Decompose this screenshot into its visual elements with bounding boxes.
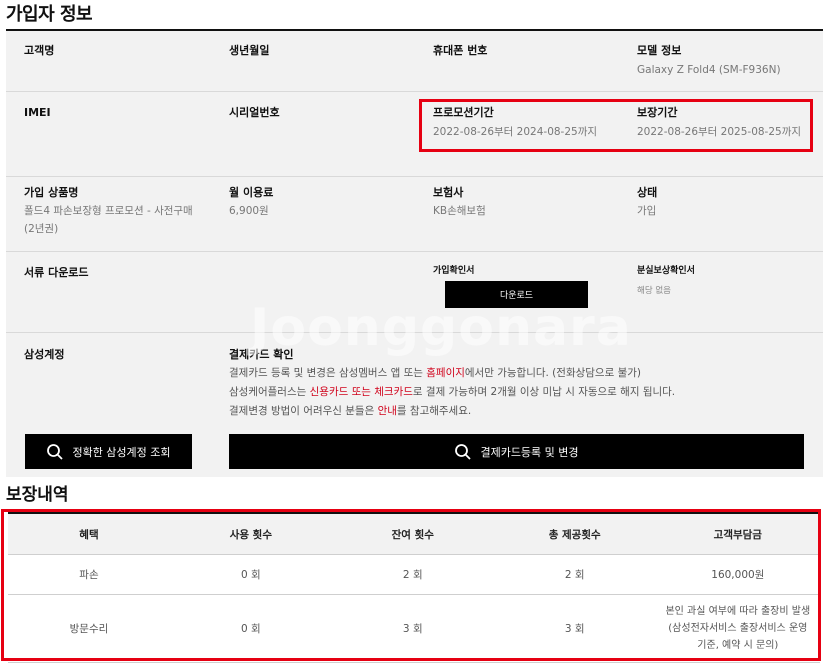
payment-info-line1: 결제카드 등록 및 변경은 삼성멤버스 앱 또는 홈페이지에서만 가능합니다. … xyxy=(229,364,809,383)
status-label: 상태 xyxy=(637,186,658,199)
payment-info-line2: 삼성케어플러스는 신용카드 또는 체크카드로 결제 가능하며 2개월 이상 미납… xyxy=(229,383,809,402)
guide-link[interactable]: 안내 xyxy=(378,405,397,417)
subscriber-info-panel: 고객명 생년월일 휴대폰 번호 모델 정보 Galaxy Z Fold4 (SM… xyxy=(6,31,823,477)
product-value-line2: (2년권) xyxy=(24,223,59,235)
payment-line1-text-a: 결제카드 등록 및 변경은 삼성멤버스 앱 또는 xyxy=(229,367,427,379)
search-icon xyxy=(47,443,64,460)
payment-line2-text-a: 삼성케어플러스는 xyxy=(229,386,310,398)
status-value: 가입 xyxy=(637,205,657,217)
insurer-value: KB손해보험 xyxy=(433,205,486,217)
loss-cert-cell: 분실보상확인서 해당 없음 xyxy=(637,263,695,296)
product-cell: 가입 상품명 폴드4 파손보장형 프로모션 - 사전구매 (2년권) xyxy=(24,185,193,238)
insurer-label: 보험사 xyxy=(433,186,464,199)
phone-label: 휴대폰 번호 xyxy=(433,44,488,57)
payment-card-change-button[interactable]: 결제카드등록 및 변경 xyxy=(229,434,804,469)
samsung-account-lookup-label: 정확한 삼성계정 조회 xyxy=(72,445,171,459)
homepage-link[interactable]: 홈페이지 xyxy=(426,367,465,379)
monthly-fee-value: 6,900원 xyxy=(229,205,269,217)
insurer-cell: 보험사 KB손해보험 xyxy=(433,185,486,220)
model-label: 모델 정보 xyxy=(637,44,682,57)
customer-name-label: 고객명 xyxy=(24,44,55,57)
page-title: 가입자 정보 xyxy=(6,4,93,25)
product-label: 가입 상품명 xyxy=(24,186,79,199)
payment-line1-text-b: 에서만 가능합니다. (전화상담으로 불가) xyxy=(464,367,641,379)
period-highlight-box xyxy=(419,99,813,152)
monthly-fee-cell: 월 이용료 6,900원 xyxy=(229,185,273,220)
documents-label: 서류 다운로드 xyxy=(24,266,89,279)
coverage-title: 보장내역 xyxy=(6,485,69,505)
birth-date-label: 생년월일 xyxy=(229,44,270,57)
loss-cert-label: 분실보상확인서 xyxy=(637,266,695,276)
payment-line2-text-b: 로 결제 가능하며 2개월 이상 미납 시 자동으로 해지 됩니다. xyxy=(412,386,676,398)
documents-cell: 서류 다운로드 xyxy=(24,265,89,281)
customer-name-cell: 고객명 xyxy=(24,43,54,59)
samsung-account-lookup-button[interactable]: 정확한 삼성계정 조회 xyxy=(25,434,192,469)
loss-cert-value: 해당 없음 xyxy=(637,286,671,296)
imei-cell: IMEI xyxy=(24,105,51,121)
card-type-highlight: 신용카드 또는 체크카드 xyxy=(309,386,413,398)
product-value-line1: 폴드4 파손보장형 프로모션 - 사전구매 xyxy=(24,205,193,217)
join-cert-cell: 가입확인서 xyxy=(433,263,474,276)
samsung-account-cell: 삼성계정 xyxy=(24,347,64,363)
coverage-highlight-box xyxy=(1,509,821,661)
model-cell: 모델 정보 Galaxy Z Fold4 (SM-F936N) xyxy=(637,43,781,79)
payment-card-cell: 결제카드 확인 결제카드 등록 및 변경은 삼성멤버스 앱 또는 홈페이지에서만… xyxy=(229,347,809,421)
monthly-fee-label: 월 이용료 xyxy=(229,186,274,199)
serial-label: 시리얼번호 xyxy=(229,106,280,119)
join-cert-label: 가입확인서 xyxy=(433,266,475,276)
phone-cell: 휴대폰 번호 xyxy=(433,43,487,59)
birth-date-cell: 생년월일 xyxy=(229,43,269,59)
samsung-account-label: 삼성계정 xyxy=(24,348,65,361)
info-row-3: 가입 상품명 폴드4 파손보장형 프로모션 - 사전구매 (2년권) 월 이용료… xyxy=(6,177,823,252)
payment-card-change-label: 결제카드등록 및 변경 xyxy=(480,445,579,459)
info-row-1: 고객명 생년월일 휴대폰 번호 모델 정보 Galaxy Z Fold4 (SM… xyxy=(6,31,823,92)
product-value: 폴드4 파손보장형 프로모션 - 사전구매 (2년권) xyxy=(24,202,193,238)
payment-line3-text-a: 결제변경 방법이 어려우신 분들은 xyxy=(229,405,378,417)
status-cell: 상태 가입 xyxy=(637,185,657,220)
serial-cell: 시리얼번호 xyxy=(229,105,280,121)
imei-label: IMEI xyxy=(24,106,51,119)
payment-line3-text-b: 를 참고해주세요. xyxy=(396,405,472,417)
payment-info-line3: 결제변경 방법이 어려우신 분들은 안내를 참고해주세요. xyxy=(229,402,809,421)
watermark: Joonggonara xyxy=(250,298,632,358)
model-value: Galaxy Z Fold4 (SM-F936N) xyxy=(637,64,781,76)
search-icon xyxy=(455,443,472,460)
